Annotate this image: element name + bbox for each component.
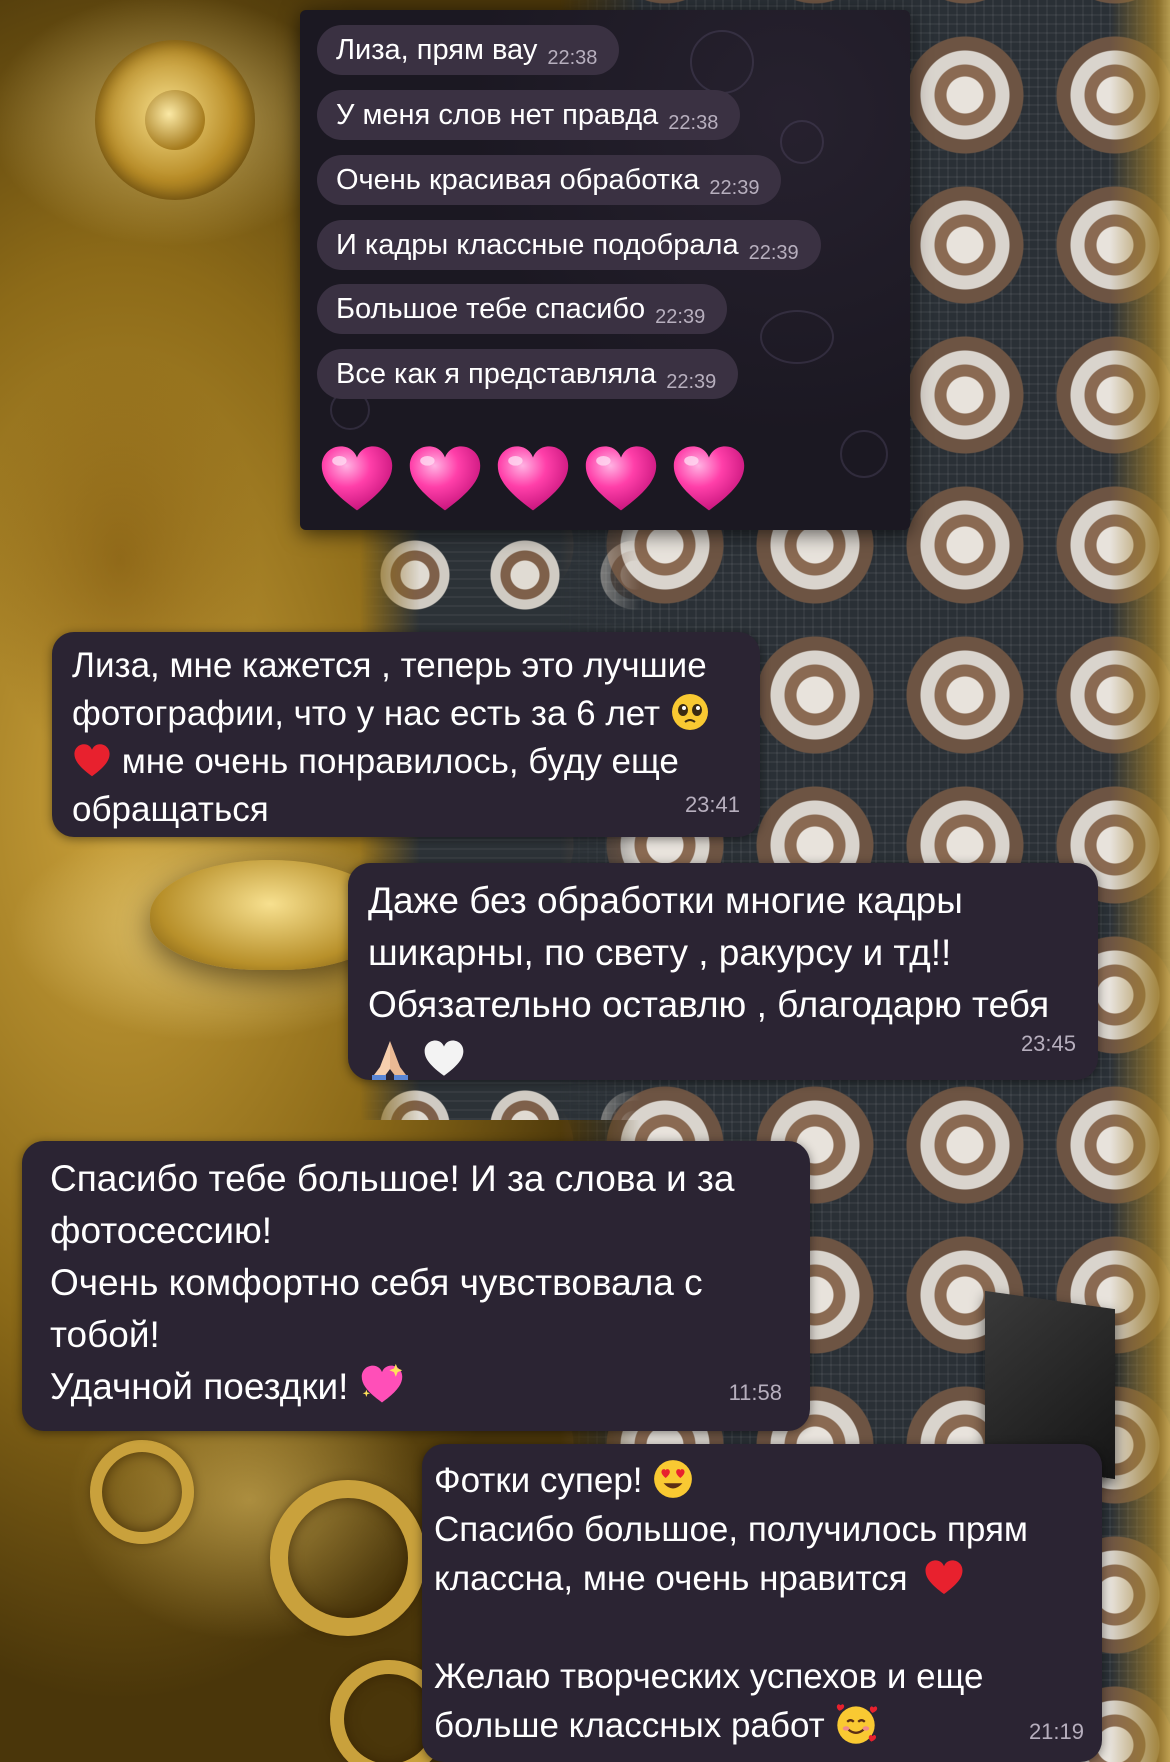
message-time: 11:58 bbox=[728, 1380, 782, 1405]
message-line: фотосессию! bbox=[50, 1210, 273, 1251]
message-line: мне очень понравилось, буду еще bbox=[121, 742, 679, 781]
message-line: Обязательно оставлю , благодарю тебя bbox=[368, 984, 1050, 1025]
pink-heart-icon bbox=[673, 446, 745, 511]
folded-hands-icon bbox=[372, 1041, 408, 1081]
message-time: 22:39 bbox=[709, 176, 760, 199]
chat-message[interactable]: Даже без обработки многие кадры шикарны,… bbox=[348, 863, 1098, 1083]
message-line: Фотки супер! bbox=[434, 1461, 643, 1500]
wallpaper-doodle bbox=[760, 310, 834, 364]
chat-message[interactable]: Все как я представляла 22:39 bbox=[317, 349, 739, 399]
message-line-row: классна, мне очень нравится bbox=[434, 1554, 1086, 1603]
message-time: 22:39 bbox=[748, 241, 799, 264]
message-time: 22:38 bbox=[668, 111, 719, 134]
sparkling-heart-icon bbox=[361, 1364, 402, 1403]
message-text: Все как я представляла bbox=[336, 357, 657, 390]
chat-message[interactable]: Фотки супер! Спасибо большое, получилось… bbox=[422, 1444, 1102, 1762]
message-line-row bbox=[368, 1031, 1080, 1083]
pleading-face-icon bbox=[671, 693, 708, 730]
chat-message[interactable]: Лиза, мне кажется , теперь это лучшие фо… bbox=[52, 632, 760, 837]
message-time: 21:19 bbox=[1028, 1719, 1084, 1744]
message-line: Даже без обработки многие кадры bbox=[368, 880, 963, 921]
message-text: Лиза, прям вау bbox=[336, 33, 538, 66]
message-line: больше классных работ bbox=[434, 1706, 825, 1745]
message-time: 22:39 bbox=[666, 370, 717, 393]
message-line-row: фотографии, что у нас есть за 6 лет bbox=[72, 690, 742, 738]
message-line: шикарны, по свету , ракурсу и тд!! bbox=[368, 932, 952, 973]
message-line: Очень комфортно себя чувствовала с bbox=[50, 1262, 703, 1303]
wallpaper-doodle bbox=[840, 430, 888, 478]
pink-heart-icon bbox=[321, 446, 393, 511]
chat-message[interactable]: Лиза, прям вау 22:38 bbox=[317, 25, 620, 75]
message-line-row: Фотки супер! bbox=[434, 1456, 1086, 1505]
pink-heart-icon bbox=[585, 446, 657, 511]
message-line: Удачной поездки! bbox=[50, 1366, 349, 1407]
pink-heart-icon bbox=[409, 446, 481, 511]
message-line: Лиза, мне кажется , теперь это лучшие bbox=[72, 646, 707, 685]
gold-ornament-ring bbox=[270, 1480, 426, 1636]
white-heart-icon bbox=[424, 1040, 464, 1076]
wallpaper-doodle bbox=[780, 120, 824, 164]
wallpaper-doodle bbox=[690, 30, 754, 94]
message-text: И кадры классные подобрала bbox=[336, 228, 739, 261]
pink-heart-icon bbox=[497, 446, 569, 511]
gold-ornament-ring bbox=[90, 1440, 194, 1544]
message-text: Большое тебе спасибо bbox=[336, 292, 646, 325]
message-line: фотографии, что у нас есть за 6 лет bbox=[72, 694, 661, 733]
red-heart-icon bbox=[925, 1560, 963, 1594]
message-time: 22:38 bbox=[547, 46, 598, 69]
message-line-row: мне очень понравилось, буду еще bbox=[72, 738, 742, 786]
chat-message[interactable]: Большое тебе спасибо 22:39 bbox=[317, 284, 728, 334]
message-line-row: больше классных работ bbox=[434, 1701, 1086, 1750]
red-heart-icon bbox=[74, 743, 110, 776]
chat-message[interactable]: Очень красивая обработка 22:39 bbox=[317, 155, 782, 205]
chat-message[interactable]: И кадры классные подобрала 22:39 bbox=[317, 220, 821, 270]
message-text: Очень красивая обработка bbox=[336, 163, 700, 196]
message-line: тобой! bbox=[50, 1314, 160, 1355]
message-line: обращаться bbox=[72, 790, 269, 829]
message-line: Спасибо большое, получилось прям bbox=[434, 1510, 1028, 1549]
gold-sculpture-eye bbox=[95, 40, 255, 200]
message-time: 23:41 bbox=[684, 792, 740, 817]
message-time: 23:45 bbox=[1020, 1031, 1076, 1056]
message-time: 22:39 bbox=[655, 305, 706, 328]
message-line: классна, мне очень нравится bbox=[434, 1559, 908, 1598]
message-text: У меня слов нет правда bbox=[336, 98, 659, 131]
smiling-hearts-icon bbox=[837, 1703, 878, 1744]
message-line: Спасибо тебе большое! И за слова и за bbox=[50, 1158, 735, 1199]
gold-frame-edge bbox=[1110, 0, 1170, 1762]
message-line: Желаю творческих успехов и еще bbox=[434, 1657, 984, 1696]
heart-eyes-icon bbox=[654, 1459, 693, 1498]
chat-screenshot-panel: Лиза, прям вау 22:38 У меня слов нет пра… bbox=[300, 10, 910, 530]
chat-message[interactable]: У меня слов нет правда 22:38 bbox=[317, 90, 741, 140]
chat-message[interactable]: Спасибо тебе большое! И за слова и за фо… bbox=[22, 1141, 810, 1431]
hearts-emoji-message[interactable] bbox=[317, 440, 749, 520]
message-line-row: Удачной поездки! bbox=[50, 1361, 792, 1413]
